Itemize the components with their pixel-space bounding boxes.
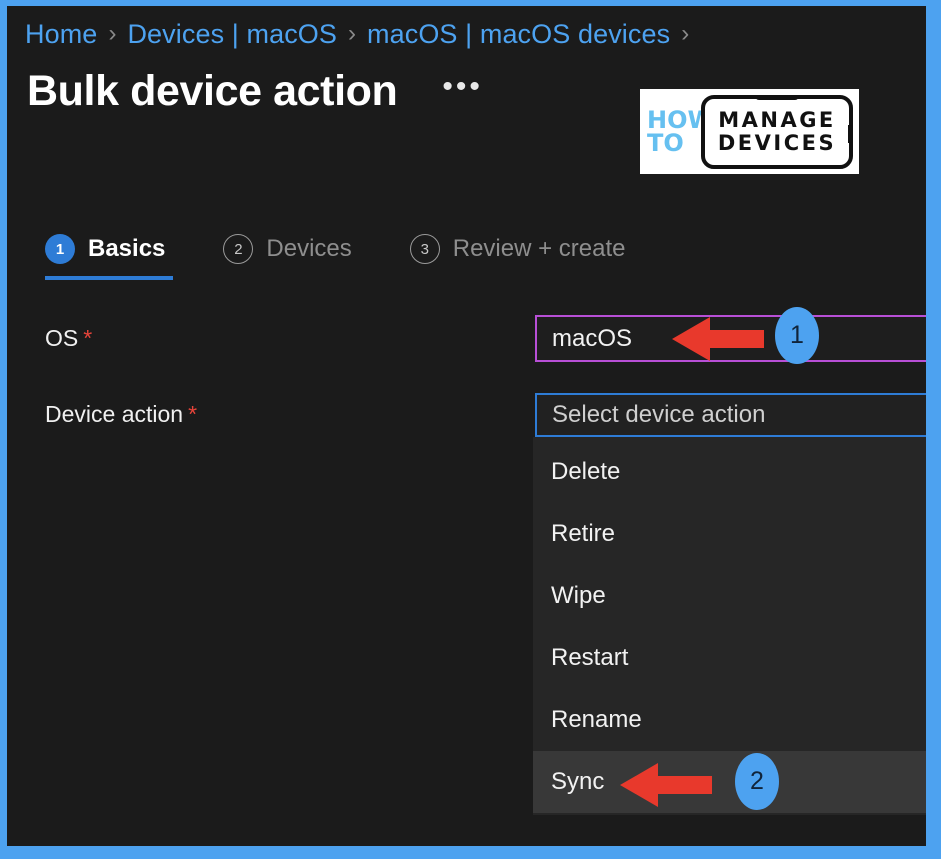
- chevron-right-icon: ›: [348, 20, 357, 47]
- dropdown-item-delete[interactable]: Delete: [533, 441, 926, 503]
- device-action-placeholder-text: Select device action: [552, 401, 766, 428]
- dropdown-item-wipe[interactable]: Wipe: [533, 565, 926, 627]
- chevron-right-icon: ›: [108, 20, 117, 47]
- screenshot-frame: Home › Devices | macOS › macOS | macOS d…: [0, 0, 941, 859]
- dropdown-item-label: Wipe: [551, 582, 606, 609]
- logo-word-devices: DEVICES: [717, 130, 837, 155]
- dropdown-item-label: Restart: [551, 644, 629, 671]
- required-asterisk: *: [83, 325, 93, 351]
- dropdown-item-rename[interactable]: Rename: [533, 689, 926, 751]
- dropdown-item-sync[interactable]: Sync: [533, 751, 926, 813]
- required-asterisk: *: [188, 401, 198, 427]
- chevron-right-icon: ›: [681, 20, 690, 47]
- callout-badge-2-number: 2: [750, 767, 764, 795]
- logo-word-manage: MANAGE: [718, 108, 836, 133]
- dropdown-item-label: Sync: [551, 768, 605, 795]
- azure-portal-blade: Home › Devices | macOS › macOS | macOS d…: [7, 6, 926, 846]
- phone-outline-icon: MANAGE DEVICES: [701, 94, 853, 169]
- logo-howto-text: HOW TO: [647, 108, 714, 157]
- callout-badge-1: 1: [775, 307, 819, 364]
- os-selected-value: macOS: [552, 324, 633, 352]
- breadcrumb-item-macos-devices[interactable]: macOS | macOS devices: [367, 20, 670, 48]
- os-select[interactable]: macOS: [535, 315, 926, 362]
- tab-label: Basics: [88, 235, 166, 262]
- os-label-text: OS: [45, 325, 79, 351]
- dropdown-item-restart[interactable]: Restart: [533, 627, 926, 689]
- device-action-label-text: Device action: [45, 401, 184, 427]
- howtomanagedevices-logo: HOW TO MANAGE DEVICES: [640, 89, 859, 174]
- wizard-tabs: 1 Basics 2 Devices 3 Review + create: [45, 234, 684, 280]
- breadcrumb-item-devices-macos[interactable]: Devices | macOS: [127, 20, 337, 48]
- tab-number-badge: 1: [45, 234, 75, 264]
- breadcrumb: Home › Devices | macOS › macOS | macOS d…: [25, 14, 700, 54]
- dropdown-item-label: Rename: [551, 706, 642, 733]
- device-action-field-label: Device action *: [45, 403, 197, 426]
- tab-number-badge: 3: [409, 234, 440, 264]
- tab-basics[interactable]: 1 Basics: [45, 234, 174, 280]
- device-action-select[interactable]: Select device action: [535, 393, 926, 437]
- more-actions-icon[interactable]: •••: [442, 71, 483, 112]
- device-action-dropdown-list: Delete Retire Wipe Restart Rename Sync: [533, 437, 926, 815]
- tab-label: Review + create: [452, 235, 626, 262]
- logo-line-to: TO: [647, 128, 684, 157]
- tab-devices[interactable]: 2 Devices: [223, 234, 352, 280]
- callout-badge-1-number: 1: [790, 321, 804, 349]
- callout-badge-2: 2: [735, 753, 779, 810]
- tab-number-badge: 2: [223, 234, 254, 264]
- dropdown-item-label: Retire: [551, 520, 616, 547]
- dropdown-item-retire[interactable]: Retire: [533, 503, 926, 565]
- title-row: Bulk device action •••: [27, 67, 483, 115]
- os-field-label: OS *: [45, 327, 92, 350]
- tab-label: Devices: [266, 235, 352, 262]
- tab-review-create[interactable]: 3 Review + create: [409, 234, 626, 280]
- breadcrumb-item-home[interactable]: Home: [25, 20, 97, 48]
- page-title: Bulk device action: [27, 67, 398, 115]
- dropdown-item-label: Delete: [551, 458, 621, 485]
